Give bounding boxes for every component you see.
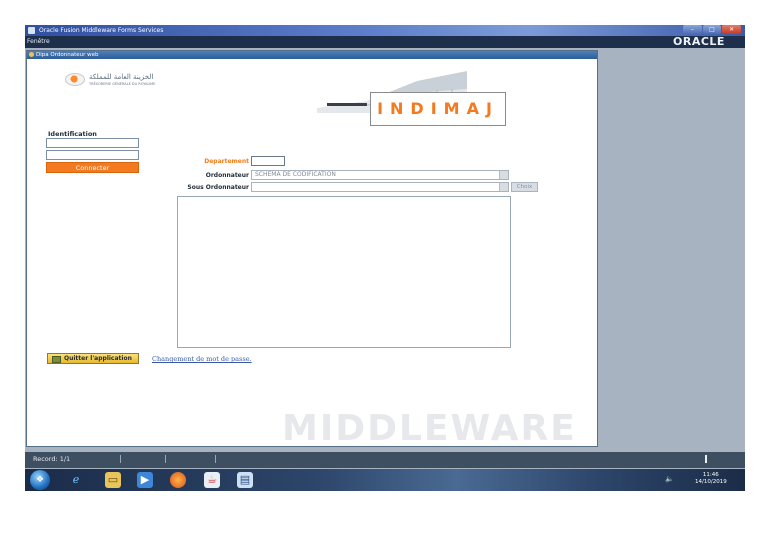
folder-icon[interactable]: ▭ xyxy=(105,472,121,488)
sous-ordonnateur-label: Sous Ordonnateur xyxy=(187,184,249,191)
department-input[interactable] xyxy=(251,156,285,166)
close-button[interactable]: ✕ xyxy=(722,25,742,34)
start-orb-icon[interactable]: ❖ xyxy=(30,470,50,490)
media-player-icon[interactable]: ▶ xyxy=(137,472,153,488)
password-input[interactable] xyxy=(46,150,139,160)
ordonnateur-value: SCHEMA DE CODIFICATION xyxy=(255,171,336,178)
form-window: Dipa Ordonnateur web الخزينة العامة للمم… xyxy=(26,50,598,447)
quit-button[interactable]: Quitter l'application xyxy=(47,353,139,364)
app-name-banner: INDIMAJ xyxy=(370,92,506,126)
dropdown-arrow-icon[interactable] xyxy=(499,183,508,191)
java-app-icon xyxy=(28,27,35,34)
record-counter: Record: 1/1 xyxy=(33,455,71,463)
taskbar: ❖ ℯ ▭ ▶ ☕ ▤ 🔈 11:46 14/10/2019 xyxy=(25,469,745,491)
status-divider xyxy=(120,455,121,463)
ordonnateur-label: Ordonnateur xyxy=(205,172,249,179)
logo-french-text: TRÉSORERIE GÉNÉRALE DU ROYAUME xyxy=(89,82,156,86)
form-title-bar[interactable]: Dipa Ordonnateur web xyxy=(27,51,597,59)
maximize-button[interactable]: □ xyxy=(702,25,722,34)
sous-ordonnateur-select[interactable] xyxy=(251,182,509,192)
quit-button-label: Quitter l'application xyxy=(64,355,132,362)
dropdown-arrow-icon[interactable] xyxy=(499,171,508,179)
clock-time: 11:46 xyxy=(702,472,719,478)
change-password-link[interactable]: Changement de mot de passe. xyxy=(152,355,252,363)
menu-bar: Fenêtre ORACLE xyxy=(25,36,745,48)
tray-clock[interactable]: 11:46 14/10/2019 xyxy=(695,472,727,486)
status-divider xyxy=(705,455,707,463)
ordonnateur-select[interactable]: SCHEMA DE CODIFICATION xyxy=(251,170,509,180)
logo-arabic-text: الخزينة العامة للمملكة xyxy=(89,73,154,81)
window-controls: – □ ✕ xyxy=(683,25,742,34)
status-divider xyxy=(215,455,216,463)
java-icon[interactable]: ☕ xyxy=(204,472,220,488)
department-label: Departement xyxy=(204,158,249,165)
volume-icon[interactable]: 🔈 xyxy=(665,475,674,483)
middleware-watermark: MIDDLEWARE xyxy=(282,408,577,449)
choix-button[interactable]: Choix xyxy=(511,182,538,192)
form-title: Dipa Ordonnateur web xyxy=(36,52,99,58)
status-bar: Record: 1/1 xyxy=(25,452,745,468)
title-bar[interactable]: Oracle Fusion Middleware Forms Services … xyxy=(25,25,745,36)
results-list[interactable] xyxy=(177,196,511,348)
firefox-icon[interactable] xyxy=(170,472,186,488)
form-icon xyxy=(29,52,34,57)
exit-icon xyxy=(52,356,61,363)
username-input[interactable] xyxy=(46,138,139,148)
window-title: Oracle Fusion Middleware Forms Services xyxy=(39,27,164,34)
tgr-logo-icon xyxy=(65,73,85,86)
status-divider xyxy=(165,455,166,463)
ie-icon[interactable]: ℯ xyxy=(68,472,84,488)
menu-fenetre[interactable]: Fenêtre xyxy=(27,36,50,48)
forms-icon[interactable]: ▤ xyxy=(237,472,253,488)
connect-button[interactable]: Connecter xyxy=(46,162,139,173)
clock-date: 14/10/2019 xyxy=(695,479,727,485)
minimize-button[interactable]: – xyxy=(683,25,702,34)
identification-label: Identification xyxy=(48,130,97,138)
oracle-logo: ORACLE xyxy=(673,35,725,48)
